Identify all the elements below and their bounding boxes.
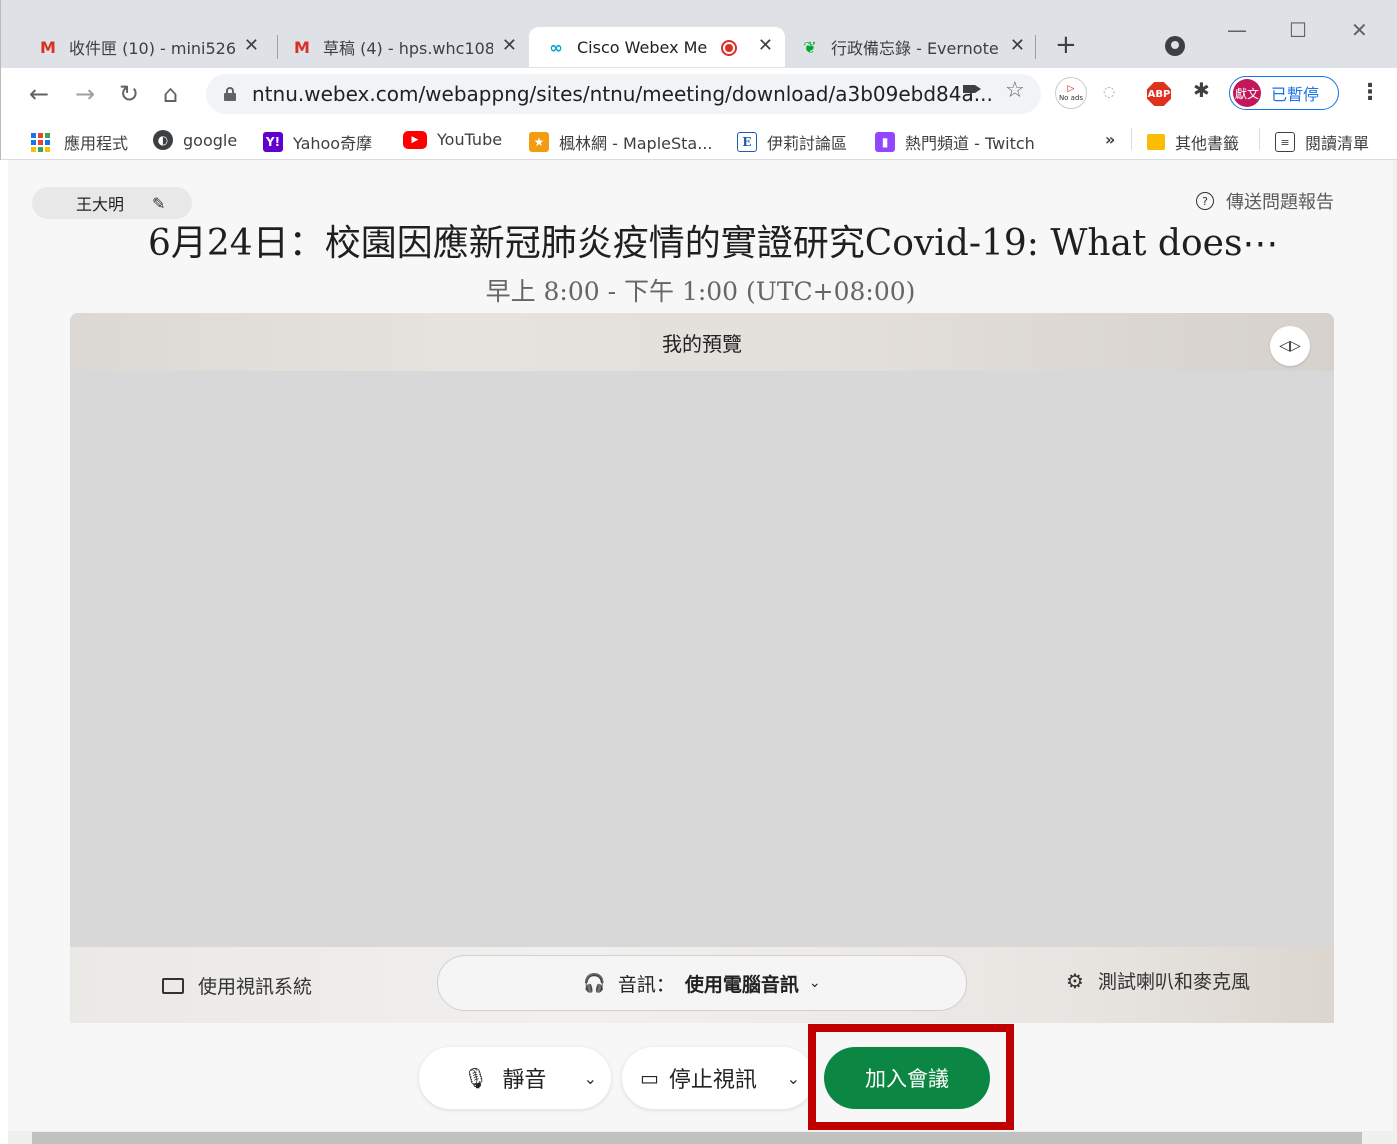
adblock-plus-icon[interactable]: ABP bbox=[1147, 82, 1171, 106]
join-highlight-box: 加入會議 bbox=[808, 1024, 1014, 1130]
url-text[interactable]: ntnu.webex.com/webappng/sites/ntnu/meeti… bbox=[252, 82, 993, 106]
bookmark-separator bbox=[1259, 128, 1260, 150]
e-icon: E bbox=[737, 132, 757, 152]
join-meeting-button[interactable]: 加入會議 bbox=[824, 1047, 990, 1109]
maple-icon: ★ bbox=[529, 132, 549, 152]
tab-gmail-drafts[interactable]: M 草稿 (4) - hps.whc108 ✕ bbox=[279, 27, 529, 67]
evernote-icon: ❦ bbox=[803, 37, 817, 57]
tab-title: 草稿 (4) - hps.whc108 bbox=[323, 39, 493, 58]
recording-icon bbox=[721, 40, 737, 56]
bookmark-youtube[interactable]: ▶ YouTube bbox=[403, 130, 502, 149]
mirror-view-icon[interactable]: ◁▷ bbox=[1270, 326, 1310, 366]
user-name: 王大明 bbox=[76, 195, 125, 214]
reload-icon[interactable]: ↻ bbox=[119, 80, 139, 108]
bookmark-apps[interactable]: 應用程式 bbox=[31, 130, 128, 154]
extensions-puzzle-icon[interactable]: ✱ bbox=[1193, 78, 1210, 102]
tab-strip: M 收件匣 (10) - mini526 ✕ M 草稿 (4) - hps.wh… bbox=[1, 0, 1397, 70]
tab-search-icon[interactable] bbox=[1165, 36, 1185, 56]
close-icon[interactable]: ✕ bbox=[758, 35, 773, 56]
extension-icon[interactable]: ◌ bbox=[1103, 84, 1115, 100]
preview-options-bar: 使用視訊系統 🎧 音訊： 使用電腦音訊 ⌄ ⚙ 測試喇叭和麥克風 bbox=[70, 947, 1334, 1023]
mute-button[interactable]: 🎙 靜音 ⌄ bbox=[419, 1047, 611, 1109]
bookmark-maplestory[interactable]: ★ 楓林網 - MapleSta... bbox=[529, 130, 713, 154]
bookmark-yahoo[interactable]: Y! Yahoo奇摩 bbox=[263, 130, 372, 154]
help-icon: ? bbox=[1196, 192, 1214, 210]
minimize-icon[interactable]: — bbox=[1227, 18, 1247, 42]
bookmarks-overflow[interactable]: » bbox=[1105, 130, 1115, 149]
gear-icon: ⚙ bbox=[1066, 968, 1084, 993]
chevron-down-icon[interactable]: ⌄ bbox=[787, 1069, 800, 1088]
bookmarks-bar: 應用程式 ◐ google Y! Yahoo奇摩 ▶ YouTube ★ 楓林網… bbox=[1, 120, 1397, 160]
close-icon[interactable]: ✕ bbox=[502, 35, 517, 56]
video-preview: 我的預覽 ◁▷ bbox=[70, 313, 1334, 1023]
video-system-button[interactable]: 使用視訊系統 bbox=[162, 972, 312, 999]
preview-header: 我的預覽 ◁▷ bbox=[70, 313, 1334, 371]
audio-selector[interactable]: 🎧 音訊： 使用電腦音訊 ⌄ bbox=[437, 955, 967, 1011]
tab-separator bbox=[277, 35, 278, 59]
noads-extension-icon[interactable]: ▷ No ads bbox=[1055, 77, 1087, 109]
forward-icon[interactable]: → bbox=[75, 80, 95, 108]
bookmark-reading-list[interactable]: ≡ 閱讀清單 bbox=[1275, 130, 1369, 154]
webex-icon: ∞ bbox=[549, 37, 563, 57]
tab-evernote[interactable]: ❦ 行政備忘錄 - Evernote ✕ bbox=[787, 27, 1037, 67]
tab-webex[interactable]: ∞ Cisco Webex Me ✕ bbox=[529, 27, 785, 67]
folder-icon bbox=[1147, 134, 1165, 150]
vertical-scrollbar[interactable] bbox=[1393, 160, 1397, 1144]
new-tab-button[interactable]: + bbox=[1055, 30, 1077, 60]
tab-gmail-inbox[interactable]: M 收件匣 (10) - mini526 ✕ bbox=[21, 27, 271, 67]
tab-title: 收件匣 (10) - mini526 bbox=[69, 39, 237, 58]
tab-separator bbox=[1035, 35, 1036, 59]
browser-chrome: M 收件匣 (10) - mini526 ✕ M 草稿 (4) - hps.wh… bbox=[0, 0, 1397, 160]
bookmark-star-icon[interactable]: ☆ bbox=[1005, 78, 1025, 103]
tab-title: Cisco Webex Me bbox=[577, 37, 708, 57]
chevron-down-icon: ⌄ bbox=[808, 975, 821, 991]
home-icon[interactable]: ⌂ bbox=[163, 80, 178, 108]
lock-icon bbox=[224, 87, 236, 101]
profile-status: 已暫停 bbox=[1271, 85, 1320, 104]
tab-title: 行政備忘錄 - Evernote bbox=[831, 39, 999, 58]
meeting-title: 6月24日：校園因應新冠肺炎疫情的實證研究Covid-19: What does… bbox=[148, 223, 1279, 264]
video-camera-icon: ▭ bbox=[640, 1066, 659, 1090]
reading-list-icon: ≡ bbox=[1275, 132, 1295, 152]
test-speaker-mic-button[interactable]: ⚙ 測試喇叭和麥克風 bbox=[1066, 967, 1250, 994]
send-report-link[interactable]: ? 傳送問題報告 bbox=[1196, 188, 1334, 214]
chevron-down-icon[interactable]: ⌄ bbox=[584, 1069, 597, 1088]
gmail-icon: M bbox=[40, 37, 56, 57]
menu-kebab-icon[interactable]: ⋮ bbox=[1359, 80, 1381, 105]
preview-title: 我的預覽 bbox=[662, 331, 742, 356]
scrollbar-thumb[interactable] bbox=[32, 1132, 1362, 1144]
stop-video-button[interactable]: ▭ 停止視訊 ⌄ bbox=[622, 1047, 814, 1109]
close-window-icon[interactable]: ✕ bbox=[1351, 18, 1368, 42]
bookmark-twitch[interactable]: ▮ 熱門頻道 - Twitch bbox=[875, 130, 1035, 154]
bookmark-separator bbox=[1131, 128, 1132, 150]
avatar: 獻文 bbox=[1233, 79, 1261, 107]
cast-icon bbox=[162, 977, 184, 994]
close-icon[interactable]: ✕ bbox=[1010, 35, 1025, 56]
browser-toolbar: ← → ↻ ⌂ ntnu.webex.com/webappng/sites/nt… bbox=[1, 68, 1397, 120]
gmail-icon: M bbox=[294, 37, 310, 57]
microphone-icon: 🎙 bbox=[463, 1066, 489, 1090]
webex-preview-page: 王大明 ✎ ? 傳送問題報告 6月24日：校園因應新冠肺炎疫情的實證研究Covi… bbox=[8, 160, 1393, 1144]
yahoo-icon: Y! bbox=[263, 132, 283, 152]
globe-icon: ◐ bbox=[153, 130, 173, 150]
headset-icon: 🎧 bbox=[583, 972, 606, 994]
twitch-icon: ▮ bbox=[875, 132, 895, 152]
profile-button[interactable]: 獻文 已暫停 bbox=[1229, 76, 1339, 110]
bookmark-eyny[interactable]: E 伊莉討論區 bbox=[737, 130, 847, 154]
address-bar[interactable]: ntnu.webex.com/webappng/sites/ntnu/meeti… bbox=[206, 74, 1041, 114]
maximize-icon[interactable]: ☐ bbox=[1289, 18, 1307, 42]
youtube-icon: ▶ bbox=[403, 130, 427, 149]
bookmark-google[interactable]: ◐ google bbox=[153, 130, 237, 150]
back-icon[interactable]: ← bbox=[29, 80, 49, 108]
edit-pencil-icon[interactable]: ✎ bbox=[152, 194, 165, 213]
camera-in-use-icon[interactable] bbox=[963, 85, 981, 93]
apps-icon bbox=[31, 132, 50, 152]
horizontal-scrollbar[interactable] bbox=[8, 1131, 1393, 1144]
bookmark-other[interactable]: 其他書籤 bbox=[1147, 130, 1239, 154]
meeting-time: 早上 8:00 - 下午 1:00 (UTC+08:00) bbox=[485, 277, 916, 306]
close-icon[interactable]: ✕ bbox=[244, 35, 259, 56]
